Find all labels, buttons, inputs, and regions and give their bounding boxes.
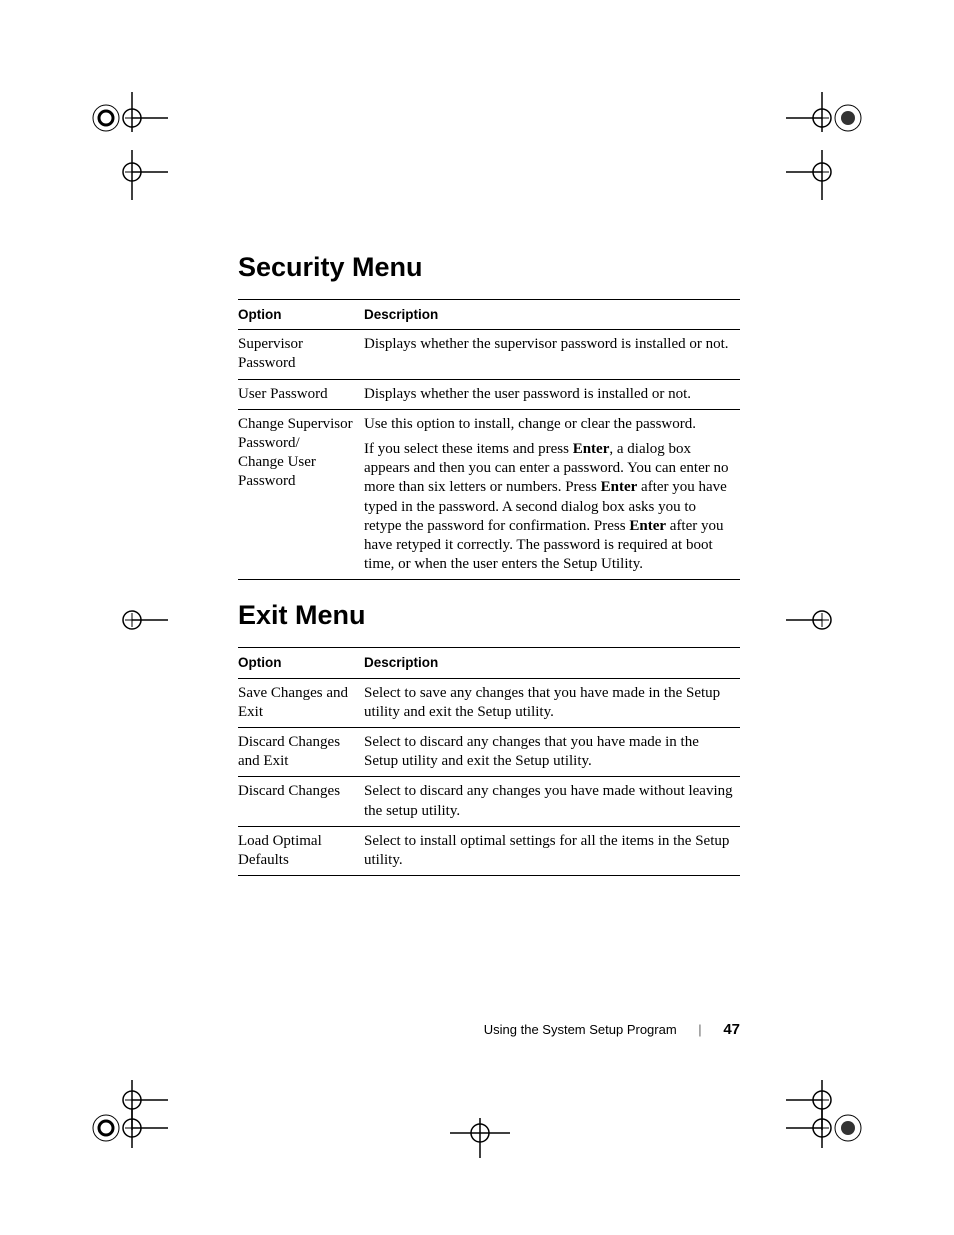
col-header-option: Option <box>238 648 364 678</box>
option-cell: Change Supervisor Password/ Change User … <box>238 409 364 580</box>
option-cell: Load Optimal Defaults <box>238 826 364 875</box>
option-cell: Save Changes and Exit <box>238 678 364 727</box>
table-row: Discard Changes and ExitSelect to discar… <box>238 727 740 776</box>
option-cell: Discard Changes <box>238 777 364 826</box>
description-cell: Select to install optimal settings for a… <box>364 826 740 875</box>
crop-mark-bot-right-2 <box>786 1108 866 1158</box>
description-cell: Select to discard any changes that you h… <box>364 727 740 776</box>
col-header-description: Description <box>364 648 740 678</box>
table-row: Save Changes and ExitSelect to save any … <box>238 678 740 727</box>
security-table: Option Description Supervisor PasswordDi… <box>238 299 740 580</box>
crop-mark-bot-center <box>440 1108 520 1158</box>
page-footer: Using the System Setup Program | 47 <box>0 1021 740 1038</box>
description-cell: Displays whether the supervisor password… <box>364 330 740 379</box>
crop-mark-mid-left <box>88 600 168 640</box>
option-cell: Discard Changes and Exit <box>238 727 364 776</box>
description-cell: Select to save any changes that you have… <box>364 678 740 727</box>
description-cell: Displays whether the user password is in… <box>364 379 740 409</box>
page-number: 47 <box>723 1021 740 1038</box>
table-row: Discard ChangesSelect to discard any cha… <box>238 777 740 826</box>
col-header-option: Option <box>238 300 364 330</box>
heading-security-menu: Security Menu <box>238 252 740 283</box>
table-row: Change Supervisor Password/ Change User … <box>238 409 740 580</box>
table-row: Load Optimal DefaultsSelect to install o… <box>238 826 740 875</box>
page-content: Security Menu Option Description Supervi… <box>238 252 740 876</box>
heading-exit-menu: Exit Menu <box>238 600 740 631</box>
option-cell: Supervisor Password <box>238 330 364 379</box>
col-header-description: Description <box>364 300 740 330</box>
crop-mark-mid-right <box>786 600 866 640</box>
description-cell: Select to discard any changes you have m… <box>364 777 740 826</box>
exit-table: Option Description Save Changes and Exit… <box>238 647 740 876</box>
table-row: User PasswordDisplays whether the user p… <box>238 379 740 409</box>
description-cell: Use this option to install, change or cl… <box>364 409 740 580</box>
crop-mark-top-right-2 <box>786 150 866 200</box>
crop-mark-top-left-2 <box>88 150 168 200</box>
crop-mark-bot-left-2 <box>88 1108 168 1158</box>
table-row: Supervisor PasswordDisplays whether the … <box>238 330 740 379</box>
option-cell: User Password <box>238 379 364 409</box>
footer-title: Using the System Setup Program <box>484 1022 677 1037</box>
footer-separator: | <box>698 1022 701 1037</box>
